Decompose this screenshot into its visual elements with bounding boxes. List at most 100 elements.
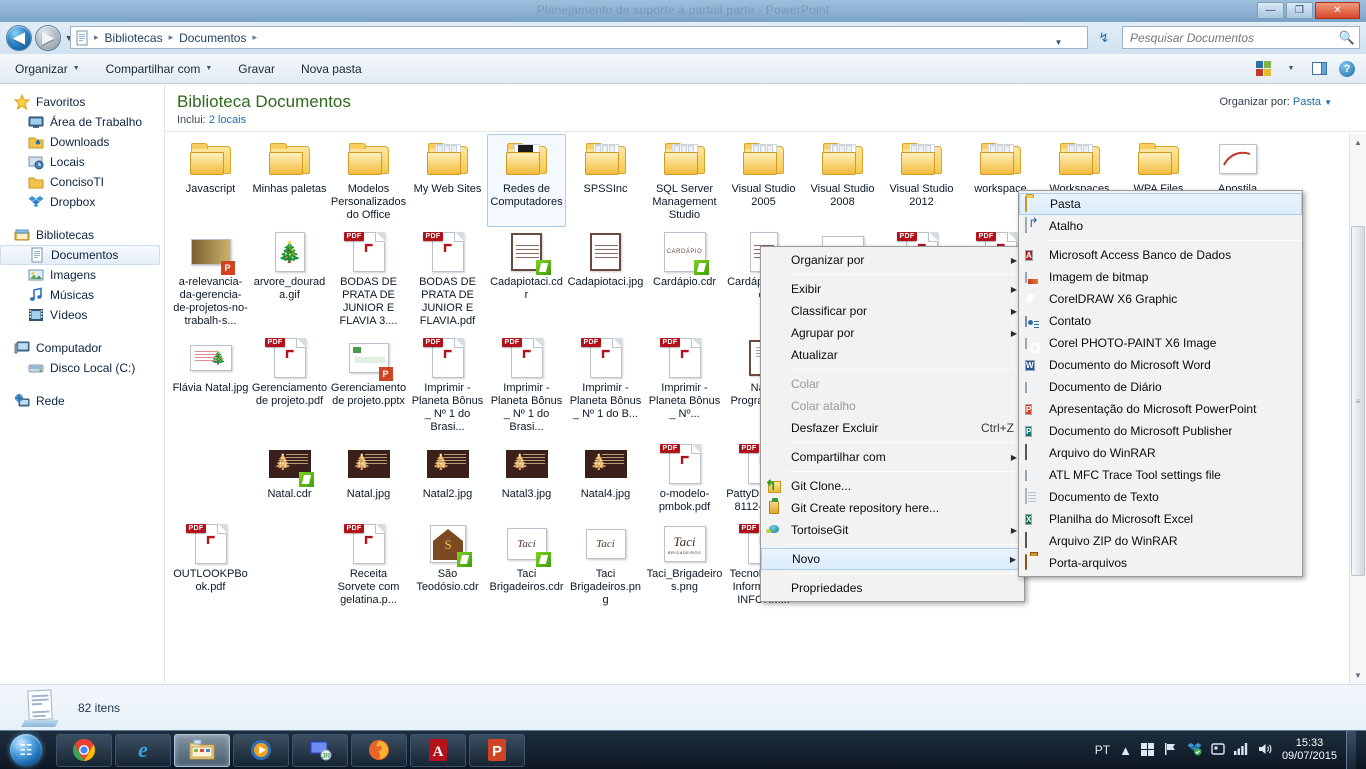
sidebar-item-disco-local-c[interactable]: Disco Local (C:) <box>0 358 164 378</box>
sidebar-item-concisoti[interactable]: ConcisoTI <box>0 172 164 192</box>
minimize-button[interactable]: — <box>1257 2 1284 19</box>
new-porta-arquivos[interactable]: Porta-arquivos <box>1019 552 1302 574</box>
file-tile[interactable]: Cadapiotaci.cdr <box>487 227 566 333</box>
sidebar-item-musicas[interactable]: Músicas <box>0 285 164 305</box>
search-input[interactable] <box>1130 30 1339 45</box>
ctx-git-create-repository[interactable]: Git Create repository here... <box>761 497 1024 519</box>
ctx-git-clone[interactable]: Git Clone... <box>761 475 1024 497</box>
file-tile[interactable]: ⌜ PDF Imprimir - Planeta Bônus _ Nº... <box>645 333 724 439</box>
new-arquivo-zip-do-winrar[interactable]: Arquivo ZIP do WinRAR <box>1019 530 1302 552</box>
ctx-classificar-por[interactable]: Classificar por ▶ <box>761 300 1024 322</box>
new-documento-do-microsoft-word[interactable]: W Documento do Microsoft Word <box>1019 354 1302 376</box>
context-menu[interactable]: Organizar por ▶ Exibir ▶ Classificar por… <box>760 246 1025 602</box>
ctx-propriedades[interactable]: Propriedades <box>761 577 1024 599</box>
breadcrumb-documentos[interactable]: Documentos <box>175 29 250 47</box>
file-tile[interactable]: 🎄 arvore_dourada.gif <box>250 227 329 333</box>
dropbox-icon[interactable] <box>1187 741 1202 759</box>
sidebar-item-documentos[interactable]: Documentos <box>0 245 160 265</box>
change-view-button[interactable] <box>1250 57 1276 80</box>
file-tile[interactable]: Visual Studio 2005 <box>724 134 803 227</box>
new-atalho[interactable]: Atalho <box>1019 215 1302 237</box>
network-signal-icon[interactable] <box>1233 742 1249 758</box>
tray-language-indicator[interactable]: PT <box>1095 743 1110 757</box>
file-tile[interactable]: P Gerenciamento de projeto.pptx <box>329 333 408 439</box>
ctx-agrupar-por[interactable]: Agrupar por ▶ <box>761 322 1024 344</box>
ctx-tortoisegit[interactable]: TortoiseGit ▶ <box>761 519 1024 541</box>
breadcrumb-dropdown-icon[interactable]: ▼ <box>1050 32 1067 53</box>
new-documento-de-texto[interactable]: Documento de Texto <box>1019 486 1302 508</box>
file-tile[interactable]: ⌜ PDF Receita Sorvete com gelatina.p... <box>329 519 408 612</box>
breadcrumb-sep-1[interactable]: ▸ <box>167 32 176 43</box>
taskbar-powerpoint[interactable]: P <box>469 733 525 767</box>
volume-icon[interactable] <box>1258 742 1273 759</box>
file-tile[interactable]: SPSSInc <box>566 134 645 227</box>
clock[interactable]: 15:33 09/07/2015 <box>1282 737 1337 763</box>
taskbar-media-player[interactable] <box>233 733 289 767</box>
new-documento-do-microsoft-publisher[interactable]: P Documento do Microsoft Publisher <box>1019 420 1302 442</box>
breadcrumb-bibliotecas[interactable]: Bibliotecas <box>101 29 167 47</box>
antivirus-icon[interactable] <box>1211 742 1225 759</box>
start-button[interactable]: ☷ <box>0 731 52 769</box>
new-microsoft-access[interactable]: A Microsoft Access Banco de Dados <box>1019 244 1302 266</box>
breadcrumb-bar[interactable]: ▸ Bibliotecas ▸ Documentos ▸ ▼ <box>70 26 1088 49</box>
back-button[interactable]: ◀ <box>6 25 32 51</box>
scroll-down-button[interactable]: ▼ <box>1350 667 1366 684</box>
show-desktop-button[interactable] <box>1346 731 1356 769</box>
file-tile[interactable]: ⌜ PDF OUTLOOKPBook.pdf <box>171 519 250 612</box>
chevron-down-icon[interactable]: ▼ <box>1324 98 1332 107</box>
file-tile[interactable]: Javascript <box>171 134 250 227</box>
file-tile[interactable]: Natal.cdr <box>250 439 329 519</box>
file-tile[interactable]: S São Teodósio.cdr <box>408 519 487 612</box>
sidebar-item-imagens[interactable]: Imagens <box>0 265 164 285</box>
ctx-desfazer-excluir[interactable]: Desfazer Excluir Ctrl+Z <box>761 417 1024 439</box>
ctx-organizar-por[interactable]: Organizar por ▶ <box>761 249 1024 271</box>
action-flag-icon[interactable] <box>1164 742 1178 759</box>
file-tile[interactable]: Taci Taci Brigadeiros.cdr <box>487 519 566 612</box>
help-button[interactable]: ? <box>1334 57 1360 80</box>
preview-pane-button[interactable] <box>1306 57 1332 80</box>
file-tile[interactable]: Pa-relevancia-da-gerencia-de-projetos-no… <box>171 227 250 333</box>
nova-pasta-button[interactable]: Nova pasta <box>290 56 373 82</box>
taskbar-adobe-reader[interactable]: A <box>410 733 466 767</box>
taskbar-windows-explorer[interactable] <box>174 733 230 767</box>
new-imagem-de-bitmap[interactable]: Imagem de bitmap <box>1019 266 1302 288</box>
file-tile[interactable]: Taci Taci Brigadeiros.png <box>566 519 645 612</box>
ctx-novo[interactable]: Novo ▶ <box>761 548 1024 570</box>
new-documento-de-diario[interactable]: Documento de Diário <box>1019 376 1302 398</box>
sidebar-item-downloads[interactable]: Downloads <box>0 132 164 152</box>
taskbar-google-chrome[interactable] <box>56 733 112 767</box>
file-tile[interactable]: ⌜ PDF Imprimir - Planeta Bônus _ Nº 1 do B… <box>408 333 487 439</box>
view-dropdown-button[interactable]: ▼ <box>1278 57 1304 80</box>
ctx-atualizar[interactable]: Atualizar <box>761 344 1024 366</box>
sidebar-item-computador[interactable]: Computador <box>0 338 164 358</box>
show-hidden-icons-button[interactable]: ▲ <box>1119 743 1132 758</box>
sidebar-item-area-de-trabalho[interactable]: Área de Trabalho <box>0 112 164 132</box>
taskbar-internet-explorer[interactable]: e <box>115 733 171 767</box>
compartilhar-com-button[interactable]: Compartilhar com ▼ <box>95 56 224 82</box>
file-tile[interactable]: ⌜ PDF o-modelo-pmbok.pdf <box>645 439 724 519</box>
file-tile[interactable]: 🎄 Flávia Natal.jpg <box>171 333 250 439</box>
sidebar-item-locais[interactable]: Locais <box>0 152 164 172</box>
new-corel-photopaint-x6-image[interactable]: Corel PHOTO-PAINT X6 Image <box>1019 332 1302 354</box>
file-tile[interactable]: Visual Studio 2008 <box>803 134 882 227</box>
file-tile[interactable]: ⌜ PDF Imprimir - Planeta Bônus _ Nº 1 do B… <box>487 333 566 439</box>
file-tile[interactable]: Minhas paletas <box>250 134 329 227</box>
includes-locations-link[interactable]: 2 locais <box>209 114 246 126</box>
new-coreldraw-x6-graphic[interactable]: CorelDRAW X6 Graphic <box>1019 288 1302 310</box>
new-atl-mfc-trace-tool-settings-file[interactable]: ATL MFC Trace Tool settings file <box>1019 464 1302 486</box>
file-tile[interactable]: Cadapiotaci.jpg <box>566 227 645 333</box>
ctx-compartilhar-com[interactable]: Compartilhar com ▶ <box>761 446 1024 468</box>
taskbar-remote-desktop[interactable]: JR <box>292 733 348 767</box>
file-tile[interactable]: ⌜ PDF Imprimir - Planeta Bônus _ Nº 1 do B… <box>566 333 645 439</box>
vertical-scrollbar[interactable]: ▲ ≡ ▼ <box>1349 134 1366 684</box>
file-tile[interactable]: Natal4.jpg <box>566 439 645 519</box>
new-arquivo-do-winrar[interactable]: Arquivo do WinRAR <box>1019 442 1302 464</box>
taskbar-firefox[interactable] <box>351 733 407 767</box>
file-tile[interactable]: Modelos Personalizados do Office <box>329 134 408 227</box>
arrange-by-value[interactable]: Pasta <box>1293 96 1321 108</box>
gravar-button[interactable]: Gravar <box>227 56 286 82</box>
new-submenu[interactable]: Pasta Atalho A Microsoft Access Banco de… <box>1018 190 1303 577</box>
file-tile[interactable]: SQL Server Management Studio <box>645 134 724 227</box>
file-tile[interactable]: ⌜ PDF Gerenciamento de projeto.pdf <box>250 333 329 439</box>
maximize-button[interactable]: ❐ <box>1286 2 1313 19</box>
